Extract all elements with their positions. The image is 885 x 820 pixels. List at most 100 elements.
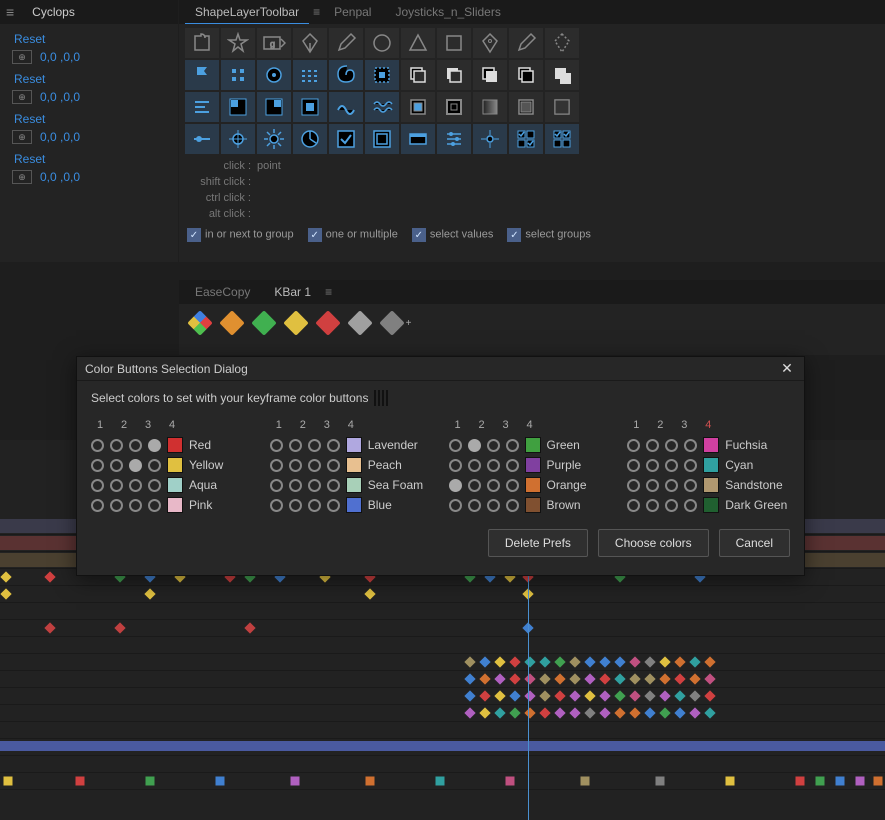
keyframe-icon[interactable] [569,656,580,667]
coord-row[interactable]: ⊕ 0,0 ,0,0 [6,168,172,188]
tool-fill-sq-icon[interactable] [401,92,435,122]
keyframe-icon[interactable] [114,622,125,633]
keyframe-icon[interactable] [689,673,700,684]
radio-button[interactable] [665,479,678,492]
keyframe-icon[interactable] [0,588,11,599]
keyframe-icon[interactable] [509,707,520,718]
kbar-button[interactable] [187,310,212,335]
tool-pie-icon[interactable] [293,124,327,154]
kbar-button[interactable] [283,310,308,335]
tool-crosshair-icon[interactable] [221,124,255,154]
tool-select-rect-icon[interactable] [365,60,399,90]
keyframe-icon[interactable] [659,656,670,667]
tool-sq-tr-icon[interactable] [257,92,291,122]
radio-button[interactable] [646,499,659,512]
radio-button[interactable] [506,479,519,492]
keyframe-icon[interactable] [796,777,805,786]
target-icon[interactable]: ⊕ [12,90,32,104]
radio-button[interactable] [308,479,321,492]
tool-slider-icon[interactable] [185,124,219,154]
tool-copy2-icon[interactable] [437,60,471,90]
tool-group-icon[interactable]: g [257,28,291,58]
keyframe-row[interactable] [0,603,885,620]
keyframe-icon[interactable] [144,588,155,599]
radio-button[interactable] [110,459,123,472]
target-icon[interactable]: ⊕ [12,130,32,144]
tool-pen2-icon[interactable] [473,28,507,58]
checkbox-option[interactable]: ✓in or next to group [187,228,294,242]
kbar-button[interactable] [251,310,276,335]
tool-wave-icon[interactable] [329,92,363,122]
radio-button[interactable] [148,479,161,492]
radio-button[interactable] [646,439,659,452]
radio-button[interactable] [506,439,519,452]
keyframe-icon[interactable] [704,690,715,701]
tool-target-icon[interactable] [473,124,507,154]
keyframe-icon[interactable] [659,690,670,701]
kbar-button[interactable] [219,310,244,335]
tab-easecopy[interactable]: EaseCopy [185,280,260,304]
keyframe-icon[interactable] [539,707,550,718]
radio-button[interactable] [468,479,481,492]
radio-button[interactable] [487,439,500,452]
keyframe-icon[interactable] [599,707,610,718]
keyframe-icon[interactable] [569,690,580,701]
tool-stroke-sq-icon[interactable] [437,92,471,122]
reset-button[interactable]: Reset [6,68,172,88]
tool-sq-c-icon[interactable] [293,92,327,122]
keyframe-icon[interactable] [244,622,255,633]
kbar-button[interactable] [379,310,404,335]
tab-shapelayertoolbar[interactable]: ShapeLayerToolbar [185,0,309,24]
keyframe-row[interactable] [0,773,885,790]
radio-button[interactable] [327,479,340,492]
keyframe-icon[interactable] [539,656,550,667]
keyframe-icon[interactable] [524,656,535,667]
coord-value[interactable]: 0,0 ,0,0 [40,130,80,144]
tab-joysticks[interactable]: Joysticks_n_Sliders [385,0,510,24]
keyframe-icon[interactable] [689,707,700,718]
target-icon[interactable]: ⊕ [12,50,32,64]
radio-button[interactable] [646,459,659,472]
keyframe-icon[interactable] [816,777,825,786]
tool-copy3-icon[interactable] [473,60,507,90]
keyframe-icon[interactable] [656,777,665,786]
radio-button[interactable] [270,479,283,492]
tool-rect-icon[interactable] [437,28,471,58]
tool-pencil-icon[interactable] [329,28,363,58]
radio-button[interactable] [449,479,462,492]
radio-button[interactable] [665,439,678,452]
radio-button[interactable] [449,499,462,512]
coord-value[interactable]: 0,0 ,0,0 [40,170,80,184]
radio-button[interactable] [289,459,302,472]
keyframe-icon[interactable] [644,707,655,718]
keyframe-icon[interactable] [0,571,11,582]
keyframe-icon[interactable] [599,673,610,684]
reset-button[interactable]: Reset [6,148,172,168]
keyframe-icon[interactable] [674,707,685,718]
target-icon[interactable]: ⊕ [12,170,32,184]
keyframe-icon[interactable] [614,673,625,684]
keyframe-icon[interactable] [856,777,865,786]
keyframe-icon[interactable] [216,777,225,786]
keyframe-icon[interactable] [629,673,640,684]
choose-colors-button[interactable]: Choose colors [598,529,709,557]
tab-kbar1[interactable]: KBar 1 [264,280,321,304]
radio-button[interactable] [468,459,481,472]
keyframe-icon[interactable] [494,690,505,701]
tool-checks2-icon[interactable] [545,124,579,154]
keyframe-icon[interactable] [704,673,715,684]
keyframe-icon[interactable] [584,673,595,684]
keyframe-icon[interactable] [539,690,550,701]
radio-button[interactable] [684,499,697,512]
tool-dashes-icon[interactable] [293,60,327,90]
radio-button[interactable] [91,499,104,512]
radio-button[interactable] [327,459,340,472]
coord-value[interactable]: 0,0 ,0,0 [40,50,80,64]
coord-row[interactable]: ⊕ 0,0 ,0,0 [6,128,172,148]
radio-button[interactable] [684,459,697,472]
tab-penpal[interactable]: Penpal [324,0,381,24]
radio-button[interactable] [129,439,142,452]
keyframe-row[interactable] [0,705,885,722]
close-icon[interactable]: ✕ [778,360,796,378]
radio-button[interactable] [148,459,161,472]
